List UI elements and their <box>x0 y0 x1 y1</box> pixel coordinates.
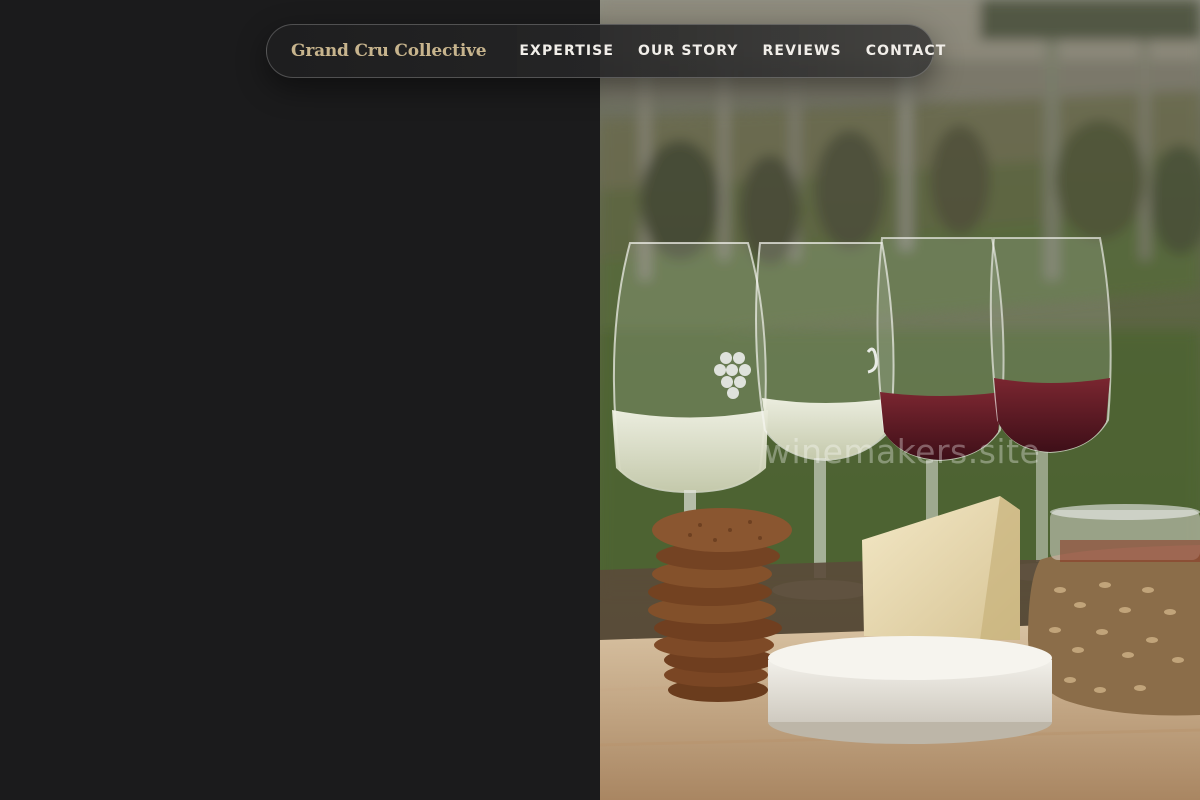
jar <box>1050 504 1200 562</box>
nav-link-contact[interactable]: CONTACT <box>866 43 947 59</box>
brie-cheese <box>768 636 1052 744</box>
watermark-text: winemakers.site <box>764 432 1041 471</box>
nav-links: EXPERTISE OUR STORY REVIEWS CONTACT <box>519 43 946 59</box>
page: winemakers.site Grand Cru Collective EXP… <box>0 0 1200 800</box>
brand-logo[interactable]: Grand Cru Collective <box>291 41 487 61</box>
dark-left-panel <box>0 0 600 800</box>
hero-photo-wine-and-cheese: winemakers.site <box>600 0 1200 800</box>
hero-photo-illustration <box>600 0 1200 800</box>
nav-link-reviews[interactable]: REVIEWS <box>763 43 842 59</box>
seeded-bread <box>1028 545 1200 716</box>
nav-link-our-story[interactable]: OUR STORY <box>638 43 739 59</box>
main-navigation: Grand Cru Collective EXPERTISE OUR STORY… <box>266 24 945 78</box>
nav-link-expertise[interactable]: EXPERTISE <box>519 43 614 59</box>
